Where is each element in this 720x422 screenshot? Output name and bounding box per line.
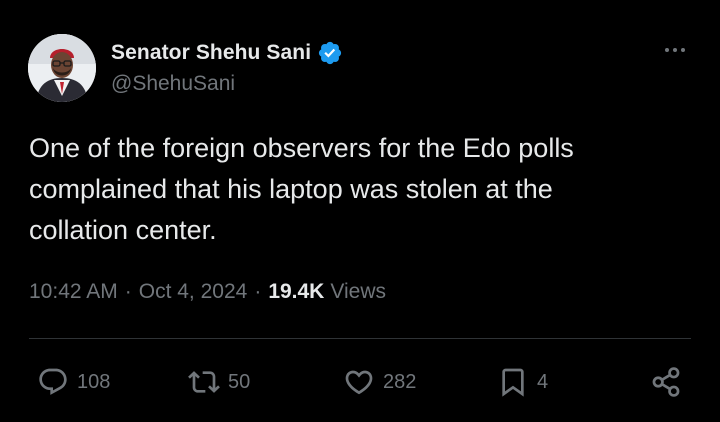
- author-handle[interactable]: @ShehuSani: [111, 72, 235, 96]
- reply-icon: [37, 366, 69, 398]
- more-dots-icon[interactable]: [660, 38, 690, 62]
- repost-icon: [188, 366, 220, 398]
- avatar-image: [28, 34, 96, 102]
- author-name-row: Senator Shehu Sani: [111, 38, 343, 68]
- repost-count: 50: [228, 370, 251, 393]
- divider: [29, 338, 691, 339]
- reply-count: 108: [77, 370, 111, 393]
- reply-button[interactable]: 108: [37, 362, 110, 402]
- tweet-text: One of the foreign observers for the Edo…: [29, 133, 574, 245]
- bookmark-icon: [497, 366, 529, 398]
- author-display-name[interactable]: Senator Shehu Sani: [111, 41, 311, 65]
- tweet-date[interactable]: Oct 4, 2024: [139, 280, 248, 304]
- views-label: Views: [330, 280, 386, 303]
- like-count: 282: [383, 370, 417, 393]
- meta-separator: ·: [254, 280, 262, 303]
- share-button[interactable]: [649, 362, 683, 402]
- bookmark-count: 4: [537, 370, 549, 393]
- repost-button[interactable]: 50: [188, 362, 250, 402]
- tweet-meta: 10:42 AM · Oct 4, 2024 · 19.4K Views: [29, 280, 386, 304]
- bookmark-button[interactable]: 4: [497, 362, 548, 402]
- views-count: 19.4K: [268, 280, 325, 303]
- tweet-time[interactable]: 10:42 AM: [29, 280, 118, 304]
- avatar[interactable]: [28, 34, 96, 102]
- share-icon: [649, 365, 683, 399]
- heart-icon: [343, 366, 375, 398]
- verified-badge-icon[interactable]: [317, 40, 343, 66]
- like-button[interactable]: 282: [343, 362, 416, 402]
- tweet-card: Senator Shehu Sani @ShehuSani One of the…: [0, 0, 720, 422]
- meta-separator: ·: [124, 280, 132, 303]
